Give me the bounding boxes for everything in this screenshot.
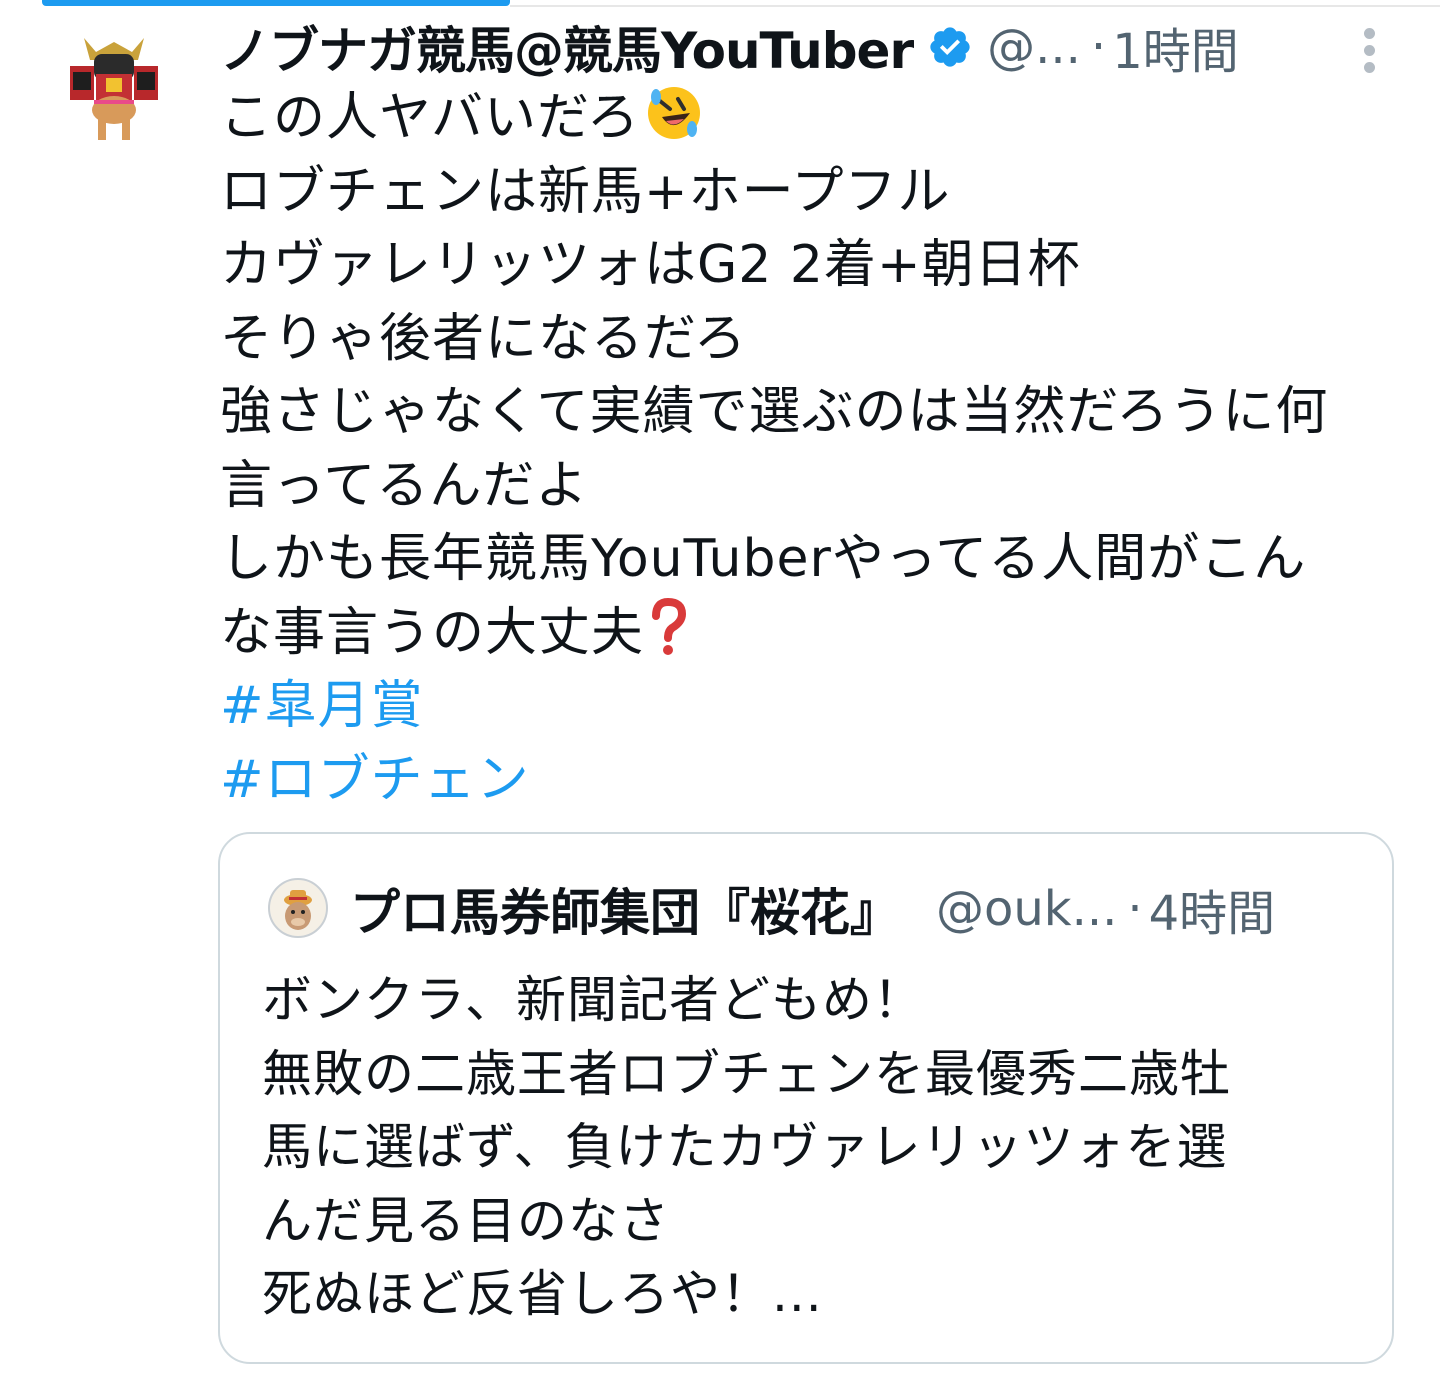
quoted-author-handle[interactable]: @ouk... xyxy=(936,881,1117,937)
rolling-on-floor-laughing-emoji-icon xyxy=(647,87,700,139)
red-question-mark-emoji-icon xyxy=(652,597,687,655)
header-separator: · xyxy=(1090,19,1107,75)
quoted-tweet-timestamp[interactable]: 4時間 xyxy=(1149,874,1276,944)
quoted-tweet-text: ボンクラ、新聞記者どもめ！ 無敗の二歳王者ロブチェンを最優秀二歳牡 馬に選ばず、… xyxy=(262,964,1372,1332)
quoted-author-display-name[interactable]: プロ馬券師集団『桜花』 xyxy=(350,873,900,945)
loading-progress-track xyxy=(510,5,1440,7)
author-handle[interactable]: @... xyxy=(987,19,1081,75)
horse-with-hat-avatar-icon xyxy=(284,890,312,930)
quoted-tweet-line: 無敗の二歳王者ロブチェンを最優秀二歳牡 xyxy=(262,1044,1231,1103)
tweet-text: この人ヤバいだろ ロブチェンは新馬+ホープフル カヴァレリッツォはG2 2着+朝… xyxy=(220,82,1410,817)
quoted-tweet-header: プロ馬券師集団『桜花』 @ouk... · 4時間 xyxy=(350,874,1370,944)
quoted-header-separator: · xyxy=(1127,881,1143,937)
hashtag-link[interactable]: #皐月賞 xyxy=(220,670,1410,744)
quoted-tweet-card[interactable]: プロ馬券師集団『桜花』 @ouk... · 4時間 ボンクラ、新聞記者どもめ！ … xyxy=(218,832,1394,1364)
quoted-author-avatar[interactable] xyxy=(268,878,328,938)
tweet-line: 言ってるんだよ xyxy=(220,455,589,516)
quoted-tweet-line: 馬に選ばず、負けたカヴァレリッツォを選 xyxy=(262,1118,1228,1176)
verified-badge-icon xyxy=(930,27,970,67)
tweet-line: そりゃ後者になるだろ xyxy=(220,308,747,369)
hashtag-link[interactable]: #ロブチェン xyxy=(220,744,1410,818)
samurai-horse-avatar-icon xyxy=(70,38,158,140)
tweet-header: ノブナガ競馬@競馬YouTuber @... · 1時間 xyxy=(220,12,1400,82)
tweet-line: 強さじゃなくて実績で選ぶのは当然だろうに何 xyxy=(220,382,1329,442)
quoted-tweet-line: ボンクラ、新聞記者どもめ！ xyxy=(262,971,924,1029)
tweet-line: ロブチェンは新馬+ホープフル xyxy=(220,161,951,222)
tweet-line: な事言うの大丈夫 xyxy=(220,597,1410,671)
more-vertical-icon[interactable] xyxy=(1358,26,1382,74)
tweet-timestamp[interactable]: 1時間 xyxy=(1112,12,1239,82)
tweet-line: カヴァレリッツォはG2 2着+朝日杯 xyxy=(220,235,1081,295)
tweet-line: この人ヤバいだろ xyxy=(220,82,1410,156)
quoted-tweet-line: 死ぬほど反省しろや！... xyxy=(262,1265,823,1323)
author-display-name[interactable]: ノブナガ競馬@競馬YouTuber xyxy=(220,11,914,83)
tweet-line: しかも長年競馬YouTuberやってる人間がこん xyxy=(220,529,1307,589)
author-avatar[interactable] xyxy=(64,30,164,150)
quoted-tweet-line: んだ見る目のなさ xyxy=(262,1191,670,1250)
tweet-detail-screen: ノブナガ競馬@競馬YouTuber @... · 1時間 この人ヤバいだろ ロブ… xyxy=(0,0,1440,1375)
loading-progress-bar xyxy=(42,0,510,6)
